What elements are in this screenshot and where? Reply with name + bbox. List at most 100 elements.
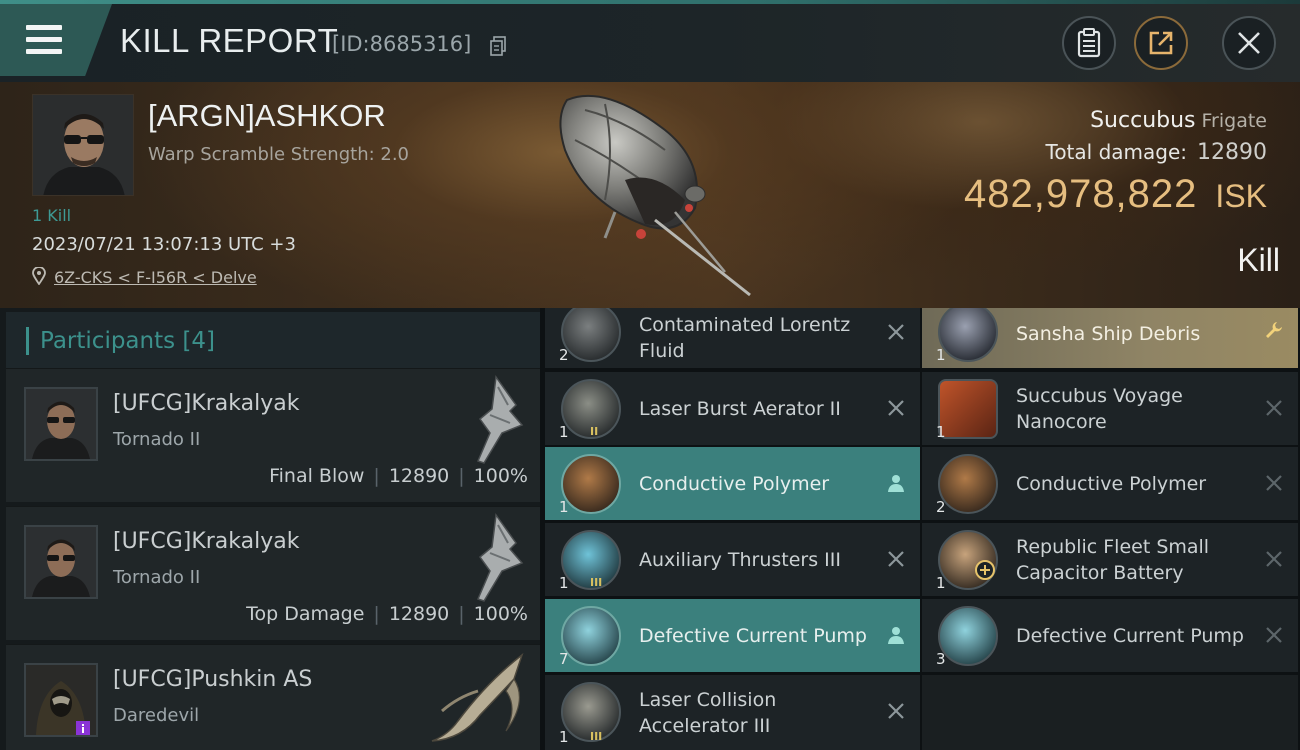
- close-icon[interactable]: [1264, 625, 1284, 645]
- kill-timestamp: 2023/07/21 13:07:13 UTC +3: [32, 234, 296, 255]
- item-row[interactable]: III 1 Auxiliary Thrusters III: [545, 523, 920, 596]
- item-qty: 1: [559, 498, 569, 516]
- victim-ship-image[interactable]: [545, 90, 775, 300]
- participant-ship: Tornado II: [113, 429, 201, 450]
- clipboard-icon: [1077, 28, 1101, 58]
- victim-avatar[interactable]: [32, 94, 134, 196]
- participant-name[interactable]: [UFCG]Pushkin AS: [113, 667, 312, 692]
- item-name: Republic Fleet Small Capacitor Battery: [1016, 535, 1210, 584]
- close-icon[interactable]: [1264, 473, 1284, 493]
- debris-icon: [938, 308, 998, 362]
- item-row[interactable]: III 1 Laser Collision Accelerator III: [545, 675, 920, 750]
- participant-ship: Tornado II: [113, 567, 201, 588]
- participant-percent: 100%: [473, 465, 528, 487]
- menu-button[interactable]: [0, 4, 112, 76]
- item-qty: 1: [936, 346, 946, 364]
- pilot-portrait-icon: [26, 389, 96, 459]
- participants-header: Participants [4]: [6, 312, 540, 370]
- item-row[interactable]: 2 Contaminated Lorentz Fluid: [545, 308, 920, 368]
- item-row-special[interactable]: 1 Sansha Ship Debris: [922, 308, 1298, 368]
- kill-result: Kill: [1237, 242, 1280, 278]
- person-icon[interactable]: [886, 473, 906, 493]
- wrench-icon[interactable]: [1264, 320, 1284, 340]
- item-name: Sansha Ship Debris: [1016, 323, 1201, 345]
- participant-role: Top Damage: [246, 603, 365, 625]
- ship-info: Succubus Frigate: [1090, 108, 1267, 133]
- pump-icon: [561, 606, 621, 666]
- close-icon[interactable]: [1264, 398, 1284, 418]
- copy-icon[interactable]: [490, 36, 507, 56]
- item-qty: 1: [936, 574, 946, 592]
- ship-name[interactable]: Succubus: [1090, 108, 1195, 133]
- polymer-icon: [561, 454, 621, 514]
- share-icon: [1149, 31, 1173, 55]
- isk-value: 482,978,822: [963, 172, 1198, 216]
- item-name: Conductive Polymer: [639, 472, 830, 495]
- item-name: Auxiliary Thrusters III: [639, 548, 841, 571]
- participant-card[interactable]: [UFCG]Krakalyak Tornado II Top Damage | 12…: [6, 506, 540, 640]
- participant-name[interactable]: [UFCG]Krakalyak: [113, 529, 299, 554]
- isk-value-line: 482,978,822 ISK: [964, 172, 1267, 217]
- participants-panel: Participants [4] [UFCG]Krakalyak Tornado…: [0, 308, 540, 750]
- participant-card[interactable]: [UFCG]Pushkin AS Daredevil: [6, 644, 540, 750]
- item-row[interactable]: 1 Succubus Voyage Nanocore: [922, 372, 1298, 445]
- participants-title: Participants: [40, 328, 176, 354]
- item-row[interactable]: 2 Conductive Polymer: [922, 447, 1298, 520]
- total-damage: Total damage: 12890: [1046, 140, 1268, 165]
- person-icon[interactable]: [886, 625, 906, 645]
- item-row[interactable]: 1 Republic Fleet Small Capacitor Battery: [922, 523, 1298, 596]
- item-name: Succubus Voyage Nanocore: [1016, 384, 1183, 433]
- close-icon[interactable]: [1264, 549, 1284, 569]
- total-damage-value: 12890: [1197, 140, 1267, 165]
- victim-subtitle: Warp Scramble Strength: 2.0: [148, 144, 410, 165]
- item-name: Conductive Polymer: [1016, 472, 1207, 495]
- item-row[interactable]: 3 Defective Current Pump: [922, 599, 1298, 672]
- item-qty: 1: [559, 423, 569, 441]
- item-row-dropped[interactable]: 1 Conductive Polymer: [545, 447, 920, 520]
- plus-circle-icon: [975, 560, 995, 580]
- tier-badge: III: [590, 576, 603, 589]
- item-qty: 1: [936, 423, 946, 441]
- daredevil-ship-image: [431, 652, 524, 742]
- participant-percent: 100%: [473, 603, 528, 625]
- item-qty: 3: [936, 650, 946, 668]
- tornado-ship-image: [476, 375, 524, 464]
- participant-avatar[interactable]: [24, 387, 98, 461]
- tier-badge: III: [590, 730, 603, 743]
- participant-card[interactable]: [UFCG]Krakalyak Tornado II Final Blow | 12…: [6, 368, 540, 502]
- item-qty: 2: [936, 498, 946, 516]
- participant-stats: Final Blow | 12890 | 100%: [269, 465, 528, 487]
- participant-role: Final Blow: [269, 465, 365, 487]
- menu-icon: [26, 25, 62, 30]
- participant-ship: Daredevil: [113, 705, 200, 726]
- close-icon: [1238, 32, 1260, 54]
- participant-avatar[interactable]: [24, 525, 98, 599]
- item-row[interactable]: II 1 Laser Burst Aerator II: [545, 372, 920, 445]
- participants-count: [4]: [182, 328, 216, 354]
- close-icon[interactable]: [886, 549, 906, 569]
- participant-name[interactable]: [UFCG]Krakalyak: [113, 391, 299, 416]
- participant-damage: 12890: [388, 603, 450, 625]
- total-damage-label: Total damage:: [1045, 140, 1188, 164]
- isk-unit: ISK: [1215, 178, 1267, 214]
- location-link[interactable]: 6Z-CKS < F-I56R < Delve: [54, 268, 257, 287]
- participant-avatar[interactable]: [24, 663, 98, 737]
- item-row-dropped[interactable]: 7 Defective Current Pump: [545, 599, 920, 672]
- victim-name[interactable]: [ARGN]ASHKOR: [148, 98, 386, 134]
- close-icon[interactable]: [886, 322, 906, 342]
- close-icon[interactable]: [886, 398, 906, 418]
- participant-stats: Top Damage | 12890 | 100%: [246, 603, 528, 625]
- share-button[interactable]: [1134, 16, 1188, 70]
- item-name: Contaminated Lorentz Fluid: [639, 314, 851, 362]
- participant-damage: 12890: [388, 465, 450, 487]
- close-icon[interactable]: [886, 701, 906, 721]
- close-button[interactable]: [1222, 16, 1276, 70]
- report-id: [ID:8685316]: [332, 32, 472, 56]
- item-name: Defective Current Pump: [1016, 624, 1244, 647]
- tier-badge: II: [590, 425, 599, 438]
- clipboard-button[interactable]: [1062, 16, 1116, 70]
- victim-panel: [ARGN]ASHKOR Warp Scramble Strength: 2.0…: [0, 82, 1300, 308]
- item-qty: 1: [559, 728, 569, 746]
- empty-slot: [922, 675, 1298, 750]
- item-qty: 7: [559, 650, 569, 668]
